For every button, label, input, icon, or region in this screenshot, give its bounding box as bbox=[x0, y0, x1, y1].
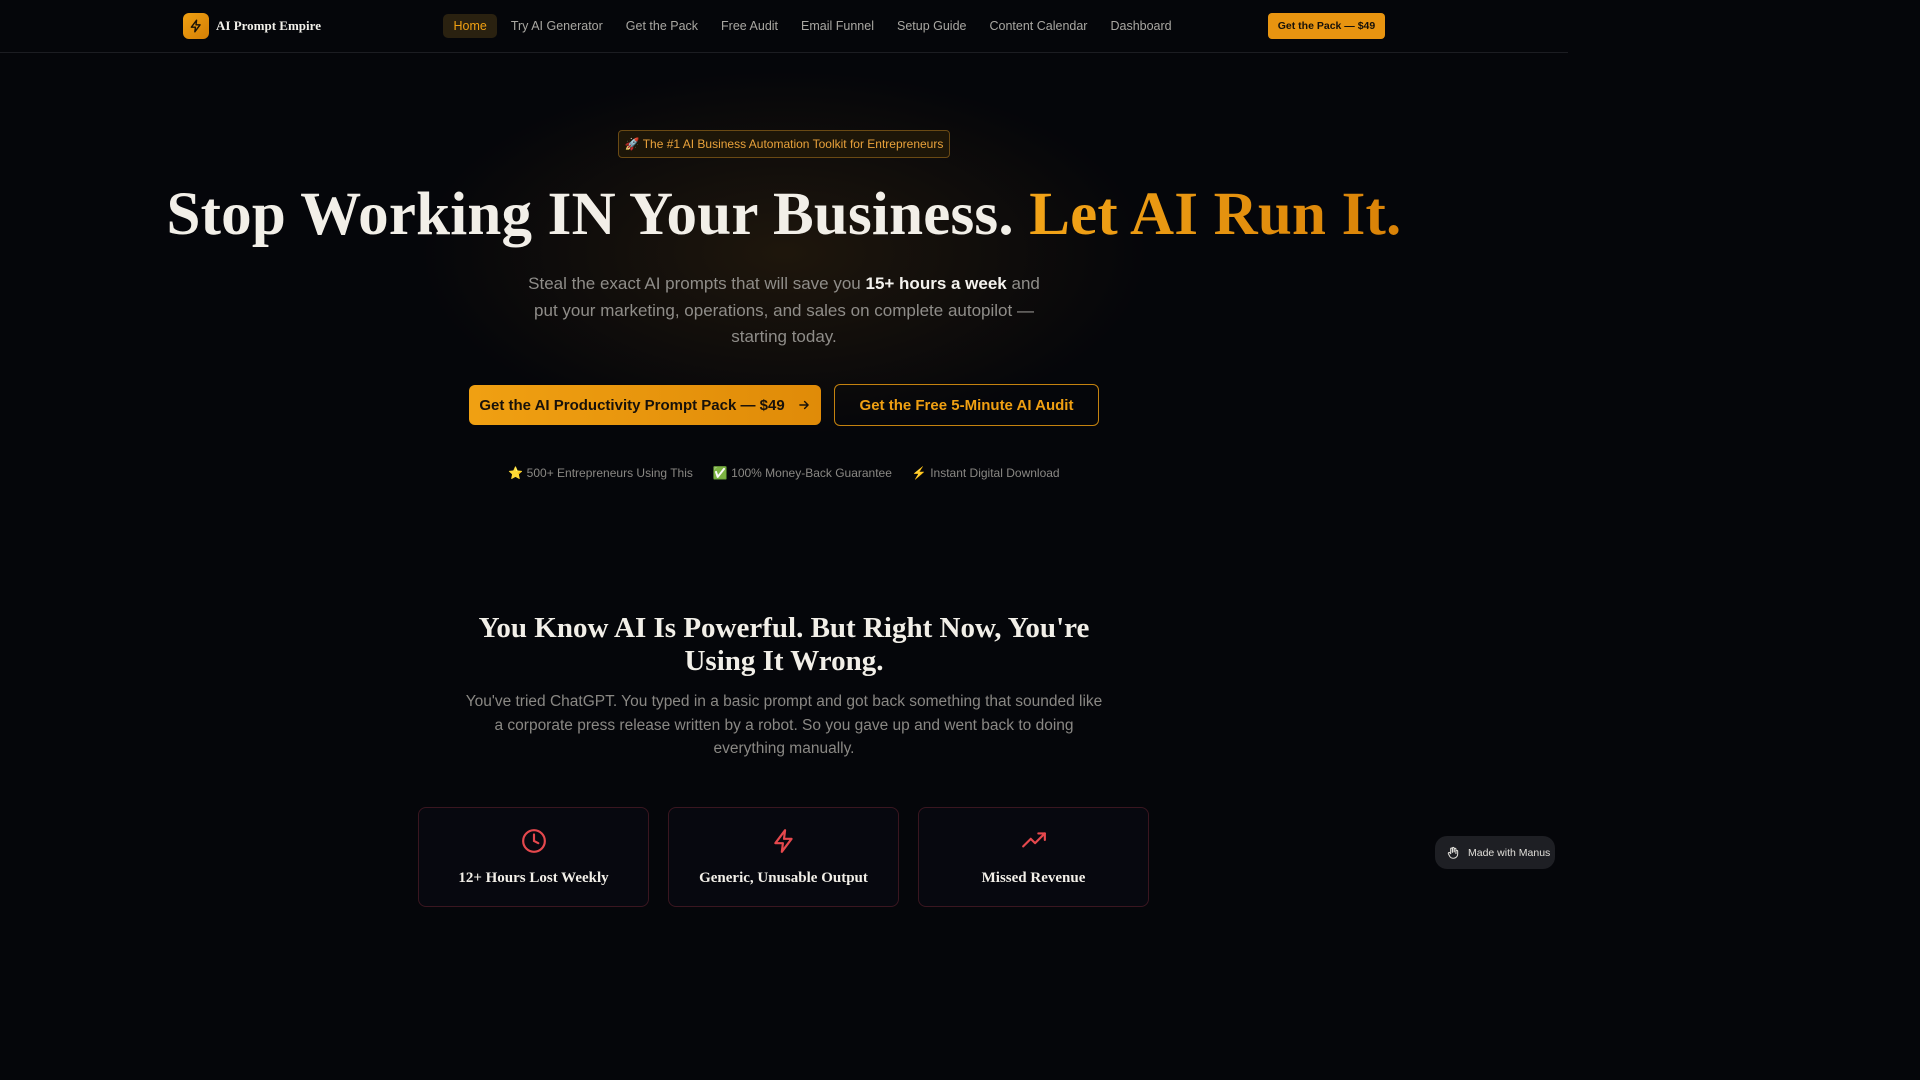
nav-link-setup-guide[interactable]: Setup Guide bbox=[885, 14, 978, 38]
problem-card-missed-revenue: Missed Revenue bbox=[918, 807, 1149, 907]
brand-logo[interactable]: AI Prompt Empire bbox=[183, 13, 321, 39]
hero-title-main: Stop Working IN Your Business. bbox=[166, 181, 1030, 248]
problem-card-title: Missed Revenue bbox=[981, 870, 1086, 886]
problem-card-title: Generic, Unusable Output bbox=[699, 870, 868, 886]
nav-get-pack-button[interactable]: Get the Pack — $49 bbox=[1268, 13, 1385, 39]
clock-icon bbox=[521, 829, 546, 853]
trust-item: ⭐ 500+ Entrepreneurs Using This bbox=[508, 466, 693, 480]
trust-item: ⚡ Instant Digital Download bbox=[911, 466, 1060, 480]
free-audit-button[interactable]: Get the Free 5-Minute AI Audit bbox=[834, 384, 1099, 426]
hero-subtitle-highlight: 15+ hours a week bbox=[865, 274, 1007, 293]
nav-link-content-calendar[interactable]: Content Calendar bbox=[978, 14, 1099, 38]
hero-title: Stop Working IN Your Business. Let AI Ru… bbox=[0, 180, 1568, 250]
lightning-icon bbox=[183, 13, 209, 39]
trending-up-icon bbox=[1021, 832, 1046, 848]
problem-card-generic-output: Generic, Unusable Output bbox=[668, 807, 899, 907]
hero-badge: 🚀 The #1 AI Business Automation Toolkit … bbox=[618, 130, 950, 158]
manus-hand-icon bbox=[1447, 846, 1459, 859]
nav-link-email-funnel[interactable]: Email Funnel bbox=[790, 14, 886, 38]
arrow-right-icon bbox=[798, 400, 809, 410]
made-with-manus-badge[interactable]: Made with Manus bbox=[1435, 836, 1555, 869]
problem-title: You Know AI Is Powerful. But Right Now, … bbox=[478, 612, 1090, 677]
get-prompt-pack-label: Get the AI Productivity Prompt Pack — $4… bbox=[479, 396, 785, 414]
problem-card-hours-lost: 12+ Hours Lost Weekly bbox=[418, 807, 649, 907]
nav-link-get-the-pack[interactable]: Get the Pack bbox=[614, 14, 709, 38]
lightning-icon bbox=[773, 829, 793, 853]
hero-subtitle: Steal the exact AI prompts that will sav… bbox=[514, 271, 1054, 351]
nav-link-try-ai-generator[interactable]: Try AI Generator bbox=[499, 14, 614, 38]
get-prompt-pack-button[interactable]: Get the AI Productivity Prompt Pack — $4… bbox=[469, 385, 821, 425]
hero-subtitle-start: Steal the exact AI prompts that will sav… bbox=[528, 274, 866, 293]
trust-row: ⭐ 500+ Entrepreneurs Using This ✅ 100% M… bbox=[0, 466, 1568, 480]
problem-card-title: 12+ Hours Lost Weekly bbox=[458, 870, 609, 886]
brand-name: AI Prompt Empire bbox=[216, 18, 321, 33]
top-navbar: AI Prompt Empire Home Try AI Generator G… bbox=[0, 0, 1568, 53]
trust-item: ✅ 100% Money-Back Guarantee bbox=[712, 466, 892, 480]
nav-link-dashboard[interactable]: Dashboard bbox=[1099, 14, 1183, 38]
made-with-manus-label: Made with Manus bbox=[1468, 846, 1551, 859]
nav-link-free-audit[interactable]: Free Audit bbox=[710, 14, 790, 38]
problem-text: You've tried ChatGPT. You typed in a bas… bbox=[465, 693, 1103, 757]
nav-links: Home Try AI Generator Get the Pack Free … bbox=[443, 14, 1183, 38]
nav-link-home[interactable]: Home bbox=[443, 14, 498, 38]
hero-title-accent: Let AI Run It. bbox=[1029, 181, 1402, 248]
